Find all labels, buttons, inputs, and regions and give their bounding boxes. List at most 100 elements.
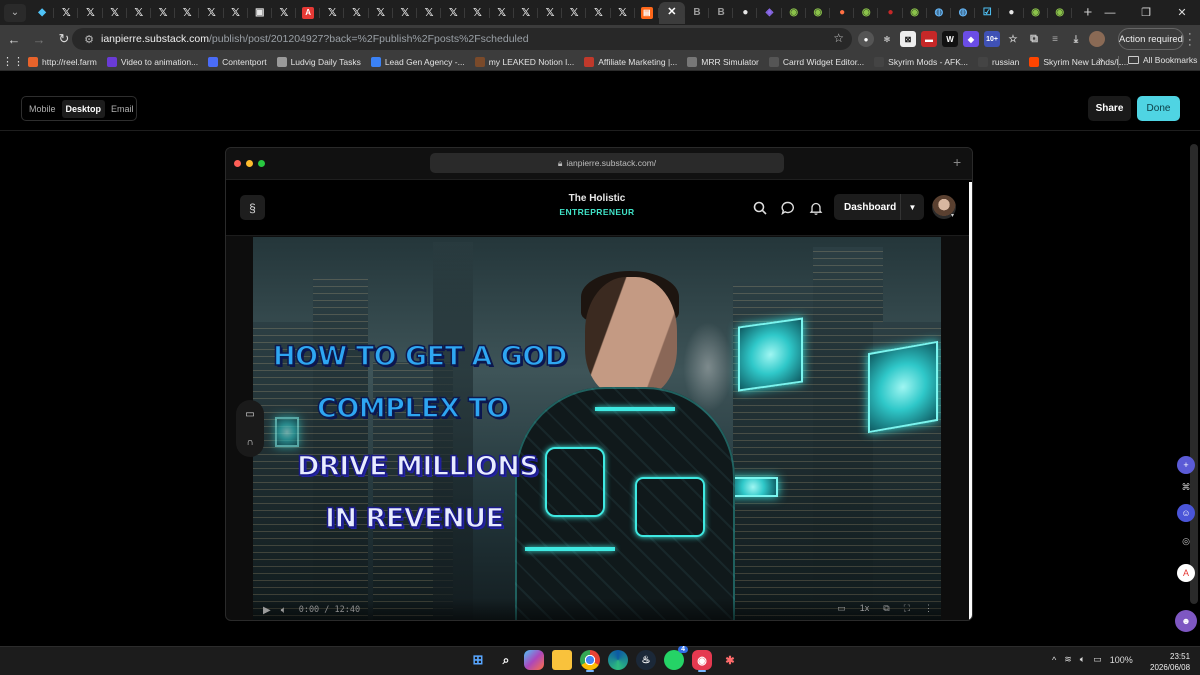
extension-icon[interactable]: W	[942, 31, 958, 47]
browser-tab[interactable]: A	[296, 2, 321, 24]
extension-icon[interactable]: ⊠	[900, 31, 916, 47]
browser-tab[interactable]: 𝕏	[562, 2, 587, 24]
browser-tab[interactable]: 𝕏	[514, 2, 539, 24]
whatsapp-icon[interactable]: 4	[664, 646, 688, 670]
browser-tab[interactable]: B	[709, 2, 734, 24]
apps-icon[interactable]: ⌘	[1177, 478, 1195, 496]
puzzle-icon[interactable]: ⧉	[1026, 31, 1042, 47]
browser-tab[interactable]: ◉	[806, 2, 831, 24]
wifi-icon[interactable]: ≋	[1064, 654, 1072, 665]
browser-tab[interactable]: ◉	[1024, 2, 1048, 24]
edge-icon[interactable]	[608, 650, 628, 670]
bookmark-item[interactable]: russian	[977, 56, 1019, 67]
browser-tab[interactable]: ◉	[854, 2, 879, 24]
browser-tab[interactable]: ◉	[903, 2, 927, 24]
browser-tab[interactable]: ●	[733, 2, 758, 24]
profile-avatar[interactable]	[1089, 31, 1105, 47]
browser-tab[interactable]: ◍	[927, 2, 952, 24]
extension-icon[interactable]: ▬	[921, 31, 937, 47]
browser-tab[interactable]: ◍	[951, 2, 976, 24]
browser-tab[interactable]: ●	[830, 2, 855, 24]
browser-tab[interactable]: 𝕏	[538, 2, 563, 24]
browser-tab[interactable]: ◉	[782, 2, 807, 24]
battery-icon[interactable]: ▭	[1093, 654, 1102, 665]
steam-icon[interactable]: ♨	[636, 650, 656, 670]
mode-mobile[interactable]: Mobile	[25, 100, 60, 118]
bookmark-item[interactable]: MRR Simulator	[687, 56, 759, 67]
speed-icon[interactable]: 1x	[860, 603, 870, 614]
browser-tab[interactable]: 𝕏	[490, 2, 514, 24]
browser-tab[interactable]: 𝕏	[127, 2, 152, 24]
bookmark-item[interactable]: Skyrim New Lands/L...	[1029, 56, 1128, 67]
windows-start-icon[interactable]: ⊞	[468, 650, 488, 670]
browser-tab[interactable]: ▤	[635, 2, 660, 24]
browser-tab[interactable]: 𝕏	[465, 2, 490, 24]
transcript-icon[interactable]: ▭	[837, 603, 846, 614]
screen-recorder-icon[interactable]: ◉	[692, 650, 712, 672]
browser-tab[interactable]: ☑	[975, 2, 1000, 24]
action-required-button[interactable]: Action required	[1118, 28, 1184, 50]
browser-tab[interactable]: 𝕏	[224, 2, 248, 24]
search-icon[interactable]: ⌕	[496, 650, 516, 670]
browser-tab[interactable]: 𝕏	[611, 2, 635, 24]
discord-icon[interactable]: ☺	[1177, 504, 1195, 522]
browser-tab[interactable]: 𝕏	[78, 2, 103, 24]
mode-email[interactable]: Email	[107, 100, 138, 118]
browser-tab[interactable]: 𝕏	[441, 2, 466, 24]
chevron-down-icon[interactable]: ▼	[900, 194, 924, 220]
close-window-icon[interactable]: ✕	[1164, 0, 1200, 25]
browser-tab[interactable]: ●	[878, 2, 903, 24]
close-icon[interactable]: ✕	[666, 7, 678, 19]
paint-icon[interactable]: ✱	[720, 650, 740, 670]
all-bookmarks-button[interactable]: All Bookmarks	[1128, 55, 1197, 65]
headphones-icon[interactable]: ∩	[246, 437, 253, 448]
apps-grid-icon[interactable]: ⋮⋮	[2, 55, 24, 69]
extension-icon[interactable]: ✻	[879, 31, 895, 47]
search-icon[interactable]	[751, 199, 769, 217]
fullscreen-icon[interactable]: ⛶	[904, 603, 910, 614]
pip-icon[interactable]: ⧉	[883, 603, 889, 614]
url-text[interactable]: ianpierre.substack.com/publish/post/2012…	[101, 33, 529, 45]
preview-scrollbar[interactable]	[969, 182, 972, 620]
browser-tab[interactable]: ▣	[248, 2, 273, 24]
bookmark-item[interactable]: Video to animation...	[106, 56, 198, 67]
back-button[interactable]: ←	[3, 28, 25, 50]
bookmarks-overflow-icon[interactable]: »	[1098, 55, 1104, 66]
done-button[interactable]: Done	[1137, 96, 1180, 121]
restore-icon[interactable]: ❐	[1128, 0, 1164, 25]
address-bar[interactable]: ⚙ ianpierre.substack.com/publish/post/20…	[72, 28, 852, 50]
file-explorer-icon[interactable]	[552, 650, 572, 670]
more-options-icon[interactable]: ⋮	[924, 603, 933, 614]
share-button[interactable]: Share	[1088, 96, 1131, 121]
browser-tab[interactable]: 𝕏	[103, 2, 127, 24]
site-info-icon[interactable]: ⚙	[81, 31, 97, 47]
pdf-icon[interactable]: A	[1177, 564, 1195, 582]
extension-icon[interactable]: ◆	[963, 31, 979, 47]
browser-tab[interactable]: ●	[999, 2, 1024, 24]
browser-tab[interactable]: 𝕏	[417, 2, 442, 24]
browser-tab[interactable]: ◈	[757, 2, 782, 24]
bookmark-item[interactable]: Lead Gen Agency -...	[370, 56, 465, 67]
bookmark-item[interactable]: http://reel.farm	[28, 56, 97, 67]
browser-tab[interactable]: 𝕏	[344, 2, 369, 24]
dashboard-button[interactable]: Dashboard ▼	[834, 194, 924, 220]
bookmark-star-icon[interactable]: ☆	[833, 31, 844, 45]
browser-tab[interactable]: 𝕏	[151, 2, 176, 24]
target-icon[interactable]: ◎	[1177, 532, 1195, 550]
bookmark-item[interactable]: Affiliate Marketing |...	[584, 56, 677, 67]
browser-tab[interactable]: 𝕏	[272, 2, 297, 24]
bookmark-item[interactable]: Carrd Widget Editor...	[768, 56, 864, 67]
minimize-icon[interactable]: —	[1092, 0, 1128, 25]
bell-icon[interactable]	[807, 199, 825, 217]
copilot-icon[interactable]	[524, 650, 544, 670]
browser-tab[interactable]: B	[685, 2, 710, 24]
forward-button[interactable]: →	[28, 28, 50, 50]
star-outline-icon[interactable]: ☆	[1005, 31, 1021, 47]
bookmark-item[interactable]: my LEAKED Notion l...	[474, 56, 574, 67]
browser-tab[interactable]: 𝕏	[320, 2, 345, 24]
video-camera-icon[interactable]: ▭	[245, 409, 254, 420]
extension-icon[interactable]: ●	[858, 31, 874, 47]
mode-desktop[interactable]: Desktop	[61, 99, 106, 118]
chat-icon[interactable]	[779, 199, 797, 217]
volume-icon[interactable]: 🔈︎	[1080, 654, 1085, 665]
